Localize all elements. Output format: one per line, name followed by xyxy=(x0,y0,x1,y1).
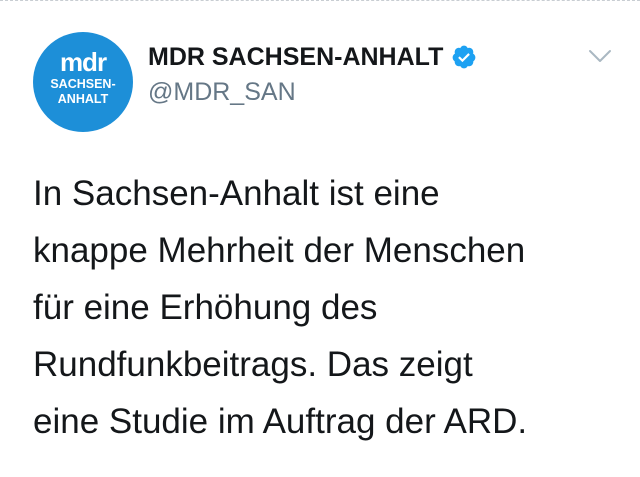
author-display-name[interactable]: MDR SACHSEN-ANHALT xyxy=(148,43,443,72)
tweet-text-line: In Sachsen-Anhalt ist eine xyxy=(33,174,440,213)
avatar-logo-text: mdr xyxy=(59,47,107,77)
avatar-subtitle-line1: SACHSEN- xyxy=(50,77,116,91)
tweet-text-line: für eine Erhöhung des xyxy=(33,288,378,327)
tweet-text-line: eine Studie im Auftrag der ARD. xyxy=(33,402,528,441)
tweet-text: In Sachsen-Anhalt ist eine knappe Mehrhe… xyxy=(33,165,623,450)
tweet-text-line: Rundfunkbeitrags. Das zeigt xyxy=(33,345,473,384)
tweet-text-line: knappe Mehrheit der Menschen xyxy=(33,231,526,270)
author-name-row: MDR SACHSEN-ANHALT xyxy=(148,40,477,74)
avatar-subtitle-line2: ANHALT xyxy=(57,92,109,106)
author-handle[interactable]: @MDR_SAN xyxy=(148,78,296,107)
tweet-card: mdr SACHSEN- ANHALT MDR SACHSEN-ANHALT @… xyxy=(0,0,640,477)
avatar[interactable]: mdr SACHSEN- ANHALT xyxy=(33,32,133,132)
verified-badge-icon xyxy=(451,44,477,70)
chevron-down-icon[interactable] xyxy=(584,44,616,68)
